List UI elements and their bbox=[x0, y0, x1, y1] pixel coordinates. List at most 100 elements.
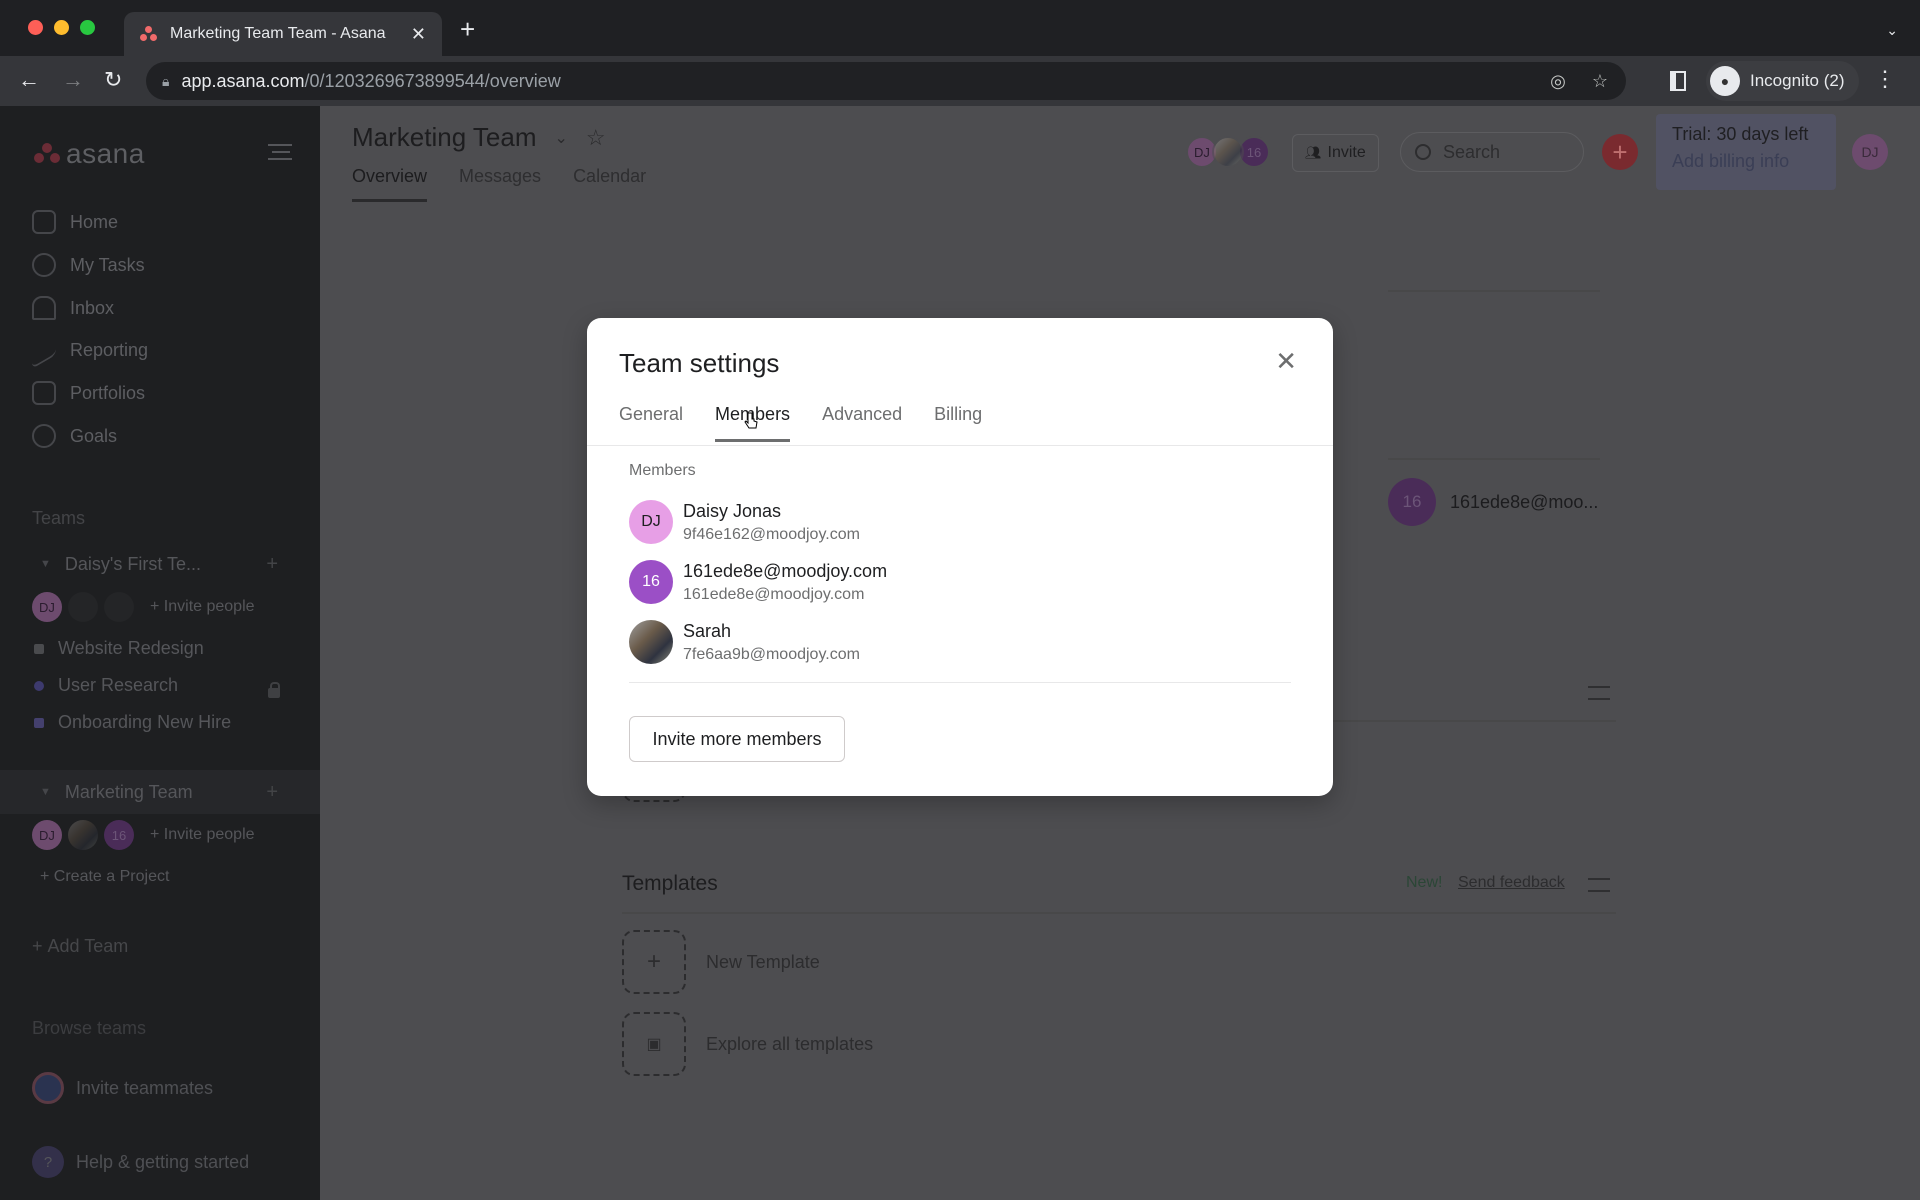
team-members-row: DJ + Invite people bbox=[32, 592, 255, 622]
tab-billing[interactable]: Billing bbox=[934, 404, 982, 442]
sidebar-item-portfolios[interactable]: Portfolios bbox=[32, 381, 145, 405]
chart-line-icon bbox=[32, 331, 56, 369]
divider bbox=[629, 682, 1291, 683]
invite-more-members-button[interactable]: Invite more members bbox=[629, 716, 845, 762]
bookmark-star-icon[interactable]: ☆ bbox=[1592, 71, 1608, 92]
avatar[interactable]: DJ bbox=[32, 592, 62, 622]
list-view-icon[interactable] bbox=[1588, 878, 1610, 892]
reload-icon[interactable]: ↻ bbox=[104, 67, 122, 93]
member-list-item[interactable]: Sarah 7fe6aa9b@moodjoy.com bbox=[629, 620, 860, 664]
member-list-item[interactable]: DJ Daisy Jonas 9f46e162@moodjoy.com bbox=[629, 500, 860, 544]
team-row-daisys-first-team[interactable]: ▼ Daisy's First Te... + bbox=[0, 542, 320, 586]
list-view-icon[interactable] bbox=[1588, 686, 1610, 700]
search-placeholder: Search bbox=[1443, 141, 1501, 162]
asana-logo[interactable]: asana bbox=[34, 138, 145, 170]
add-team-link[interactable]: + Add Team bbox=[32, 936, 128, 957]
close-tab-icon[interactable]: ✕ bbox=[411, 24, 426, 45]
team-name: Daisy's First Te... bbox=[64, 553, 202, 574]
check-circle-icon bbox=[32, 253, 56, 277]
quick-add-button[interactable]: + bbox=[1602, 134, 1638, 170]
tab-advanced[interactable]: Advanced bbox=[822, 404, 902, 442]
side-panel-icon[interactable] bbox=[1670, 71, 1686, 91]
tab-calendar[interactable]: Calendar bbox=[573, 166, 646, 202]
new-template-tile[interactable]: + bbox=[622, 930, 686, 994]
explore-templates-tile[interactable]: ▣ bbox=[622, 1012, 686, 1076]
project-onboarding-new-hire[interactable]: Onboarding New Hire bbox=[34, 712, 231, 733]
new-template-label[interactable]: New Template bbox=[706, 952, 820, 973]
tab-search-chevron-icon[interactable]: ⌄ bbox=[1886, 22, 1898, 39]
avatar[interactable]: 16 bbox=[104, 820, 134, 850]
tab-general[interactable]: General bbox=[619, 404, 683, 442]
project-color-icon bbox=[34, 680, 44, 691]
invite-button[interactable]: 👥︎ Invite bbox=[1292, 134, 1379, 172]
dialog-tabs: General Members Advanced Billing bbox=[619, 404, 982, 442]
add-project-icon[interactable]: + bbox=[266, 781, 278, 804]
create-project-link[interactable]: + Create a Project bbox=[40, 868, 169, 886]
tab-messages[interactable]: Messages bbox=[459, 166, 541, 202]
hand-cursor-icon bbox=[744, 412, 758, 429]
lock-icon bbox=[268, 682, 280, 698]
browser-tab[interactable]: Marketing Team Team - Asana ✕ bbox=[124, 12, 442, 56]
member-list-item[interactable]: 16 161ede8e@moodjoy.com 161ede8e@moodjoy.… bbox=[629, 560, 887, 604]
member-name: 161ede8e@moodjoy.com bbox=[683, 560, 888, 581]
sidebar-item-home[interactable]: Home bbox=[32, 210, 118, 234]
invite-people-label: Invite people bbox=[163, 598, 255, 615]
member-name: Sarah bbox=[683, 620, 732, 641]
project-website-redesign[interactable]: Website Redesign bbox=[34, 638, 204, 659]
invite-teammates-button[interactable]: Invite teammates bbox=[32, 1072, 213, 1104]
members-section-label: Members bbox=[629, 462, 696, 479]
sidebar-item-goals[interactable]: Goals bbox=[32, 424, 117, 448]
send-feedback-link[interactable]: Send feedback bbox=[1458, 874, 1565, 892]
user-avatar[interactable]: DJ bbox=[1852, 134, 1888, 170]
tab-title: Marketing Team Team - Asana bbox=[170, 25, 386, 42]
project-user-research[interactable]: User Research bbox=[34, 675, 178, 696]
tab-overview[interactable]: Overview bbox=[352, 166, 428, 202]
browse-teams-link[interactable]: Browse teams bbox=[32, 1018, 146, 1039]
collapse-sidebar-icon[interactable] bbox=[268, 144, 292, 160]
member-preview[interactable]: 16 161ede8e@moo... bbox=[1388, 478, 1598, 526]
teams-section-label: Teams bbox=[32, 508, 86, 528]
sidebar-item-inbox[interactable]: Inbox bbox=[32, 296, 114, 320]
eye-slash-icon[interactable]: ◎ bbox=[1550, 71, 1566, 92]
browser-menu-icon[interactable]: ⋮ bbox=[1874, 66, 1896, 92]
logo-text: asana bbox=[66, 138, 145, 169]
incognito-profile-button[interactable]: ● Incognito (2) bbox=[1706, 61, 1859, 101]
star-icon[interactable]: ☆ bbox=[586, 125, 606, 151]
page-title: Marketing Team bbox=[352, 122, 537, 152]
member-email: 161ede8e@moodjoy.com bbox=[683, 585, 865, 603]
chevron-down-icon[interactable]: ⌄ bbox=[555, 128, 568, 148]
forward-icon[interactable]: → bbox=[62, 67, 84, 93]
lock-icon: 🔒︎ bbox=[162, 72, 170, 89]
add-project-icon[interactable]: + bbox=[266, 553, 278, 576]
create-project-label: Create a Project bbox=[53, 868, 170, 885]
caret-down-icon[interactable]: ▼ bbox=[40, 558, 51, 570]
invite-people-link[interactable]: + Invite people bbox=[150, 826, 255, 844]
sidebar-item-reporting[interactable]: Reporting bbox=[32, 331, 148, 369]
incognito-icon: ● bbox=[1710, 66, 1740, 96]
team-members-row: DJ 16 + Invite people bbox=[32, 820, 255, 850]
caret-down-icon[interactable]: ▼ bbox=[40, 786, 51, 798]
address-bar[interactable]: 🔒︎ app.asana.com/0/1203269673899544/over… bbox=[146, 62, 1626, 100]
invite-teammates-label: Invite teammates bbox=[76, 1077, 214, 1098]
close-window-button[interactable] bbox=[28, 20, 43, 35]
maximize-window-button[interactable] bbox=[80, 20, 95, 35]
team-name: Marketing Team bbox=[64, 781, 193, 802]
sidebar-item-my-tasks[interactable]: My Tasks bbox=[32, 253, 145, 277]
search-input[interactable]: Search bbox=[1400, 132, 1584, 172]
invite-people-link[interactable]: + Invite people bbox=[150, 598, 255, 616]
add-team-label: Add Team bbox=[47, 936, 129, 956]
avatar-photo[interactable] bbox=[68, 820, 98, 850]
avatar-photo[interactable] bbox=[1212, 136, 1244, 168]
team-member-avatars[interactable]: DJ 16 bbox=[1186, 136, 1270, 168]
sidebar-item-label: My Tasks bbox=[70, 254, 145, 275]
back-icon[interactable]: ← bbox=[18, 67, 40, 93]
add-billing-link[interactable]: Add billing info bbox=[1672, 151, 1820, 172]
help-button[interactable]: ? Help & getting started bbox=[32, 1146, 249, 1178]
team-row-marketing-team[interactable]: ▼ Marketing Team + bbox=[0, 770, 320, 814]
new-tab-icon[interactable]: + bbox=[460, 14, 475, 45]
explore-templates-label[interactable]: Explore all templates bbox=[706, 1034, 873, 1055]
close-icon[interactable]: ✕ bbox=[1275, 346, 1297, 377]
new-badge: New! bbox=[1406, 874, 1443, 891]
avatar[interactable]: DJ bbox=[32, 820, 62, 850]
minimize-window-button[interactable] bbox=[54, 20, 69, 35]
